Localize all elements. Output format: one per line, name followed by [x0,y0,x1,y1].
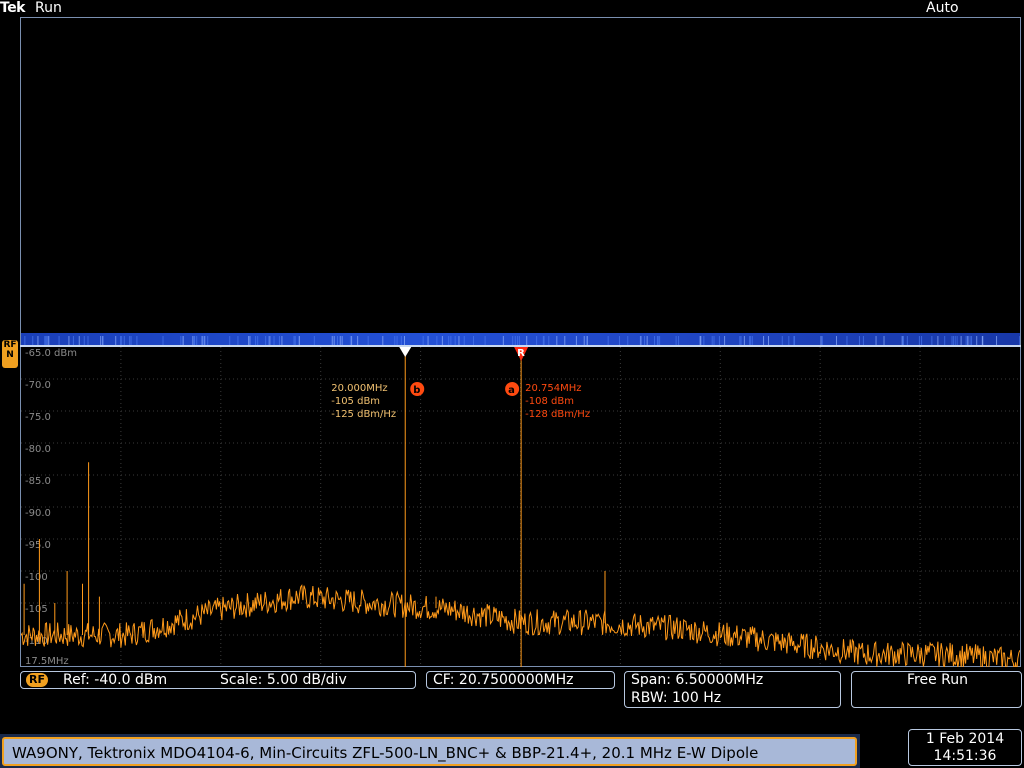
trigger-mode[interactable]: Auto [926,0,959,16]
span-rbw-readout[interactable]: Span: 6.50000MHz RBW: 100 Hz [624,671,841,708]
vertical-scale: Scale: 5.00 dB/div [220,672,347,688]
reference-marker-label: R [517,348,525,359]
y-tick-label: -95.0 [25,540,51,551]
span-value: Span: 6.50000MHz [631,672,764,688]
footer-note: WA9ONY, Tektronix MDO4104-6, Min-Circuit… [12,744,759,762]
marker-b-readout: -105 dBm [331,396,380,407]
y-tick-label: -75.0 [25,412,51,423]
y-tick-label: -100 [25,572,48,583]
rf-tag: RF [26,673,48,687]
y-tick-label: -85.0 [25,476,51,487]
marker-a-readout: -108 dBm [525,396,574,407]
acquisition-status[interactable]: Run [35,0,62,16]
spectrum-trace [21,462,1020,667]
rf-settings-readout[interactable]: RF Ref: -40.0 dBm Scale: 5.00 dB/div [20,671,416,689]
marker-b-pointer-icon [399,347,412,357]
marker-b-readout: 20.000MHz [331,383,387,394]
center-frequency-readout[interactable]: CF: 20.7500000MHz [426,671,615,689]
marker-a-badge-label: a [508,385,515,396]
footer-note-box: WA9ONY, Tektronix MDO4104-6, Min-Circuit… [2,737,857,766]
graticule [21,347,1020,667]
top-status-bar: Tek Run Auto [0,0,1024,17]
y-tick-label: -90.0 [25,508,51,519]
datetime-box: 1 Feb 2014 14:51:36 [908,729,1022,766]
marker-a-readout: -128 dBm/Hz [525,409,590,420]
brand-logo: Tek [0,0,26,16]
y-tick-label: -80.0 [25,444,51,455]
marker-b-badge-label: b [413,385,420,396]
time-display: 14:51:36 [933,748,997,764]
y-tick-label: -105 [25,604,48,615]
reference-level: Ref: -40.0 dBm [63,672,168,688]
marker-a-readout: 20.754MHz [525,383,581,394]
acquisition-mode: Free Run [906,672,968,688]
x-start-label: 17.5MHz [25,656,69,667]
rf-badge-sub: N [6,350,14,360]
y-axis-ticks: -65.0 dBm -70.0 -75.0 -80.0 -85.0 -90.0 -95.0 -… [25,348,77,647]
y-tick-label: -70.0 [25,380,51,391]
spectrum-plot: -65.0 dBm -70.0 -75.0 -80.0 -85.0 -90.0 -95.0 -… [21,347,1020,667]
date-display: 1 Feb 2014 [925,731,1005,747]
spectrogram-strip [21,333,1020,345]
rf-badge-label: RF [3,340,17,350]
marker-b-readout: -125 dBm/Hz [331,409,396,420]
rf-channel-badge[interactable]: RF N [2,340,18,368]
rbw-value: RBW: 100 Hz [631,690,722,706]
y-tick-label: -65.0 dBm [25,348,77,359]
center-frequency: CF: 20.7500000MHz [433,672,574,688]
acquisition-mode-readout[interactable]: Free Run [851,671,1022,708]
spectrogram-lines [24,336,1020,345]
